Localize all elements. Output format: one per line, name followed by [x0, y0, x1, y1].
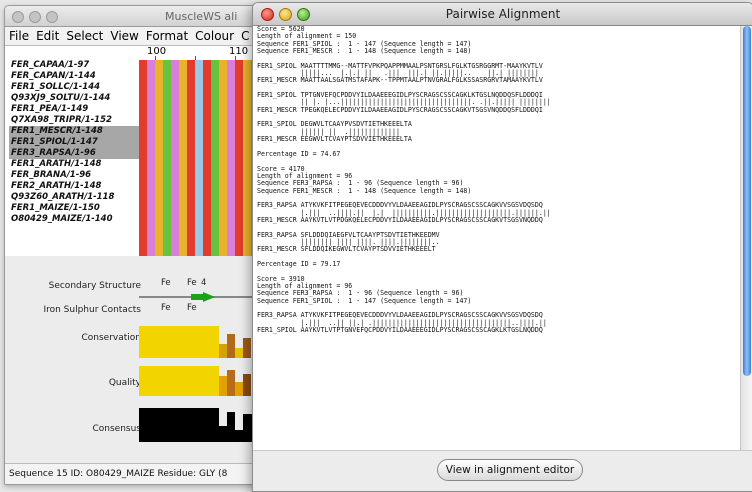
quality-bar [227, 370, 235, 396]
alignment-column [187, 60, 195, 258]
menu-colour[interactable]: Colour [195, 29, 234, 43]
sequence-name[interactable]: FER1_SPIOL/1-147 [9, 137, 139, 148]
quality-bar [139, 366, 219, 396]
sequence-name[interactable]: Q93Z60_ARATH/1-118 [9, 192, 139, 203]
alignment-column [163, 60, 171, 258]
alignment-column [203, 60, 211, 258]
alignment-column [219, 60, 227, 258]
menu-view[interactable]: View [110, 29, 138, 43]
consensus-bar [139, 408, 219, 442]
conservation-bar [219, 344, 227, 358]
pairwise-window-titlebar[interactable]: Pairwise Alignment [253, 3, 752, 26]
sequence-name[interactable]: FER1_PEA/1-149 [9, 104, 139, 115]
sequence-id-list: FER_CAPAA/1-97 FER_CAPAN/1-144 FER1_SOLLC/… [9, 60, 139, 225]
fe-label: Fe [187, 303, 197, 313]
quality-bar [235, 382, 243, 396]
sequence-name[interactable]: FER2_ARATH/1-148 [9, 181, 139, 192]
zoom-icon[interactable] [46, 11, 58, 23]
sequence-name[interactable]: FER_CAPAN/1-144 [9, 71, 139, 82]
sequence-name[interactable]: FER3_RAPSA/1-96 [9, 148, 139, 159]
annotation-label-quality[interactable]: Quality [109, 378, 141, 388]
alignment-column [139, 60, 147, 258]
quality-bar [219, 376, 227, 396]
quality-histogram [139, 360, 269, 396]
fe-label: Fe [161, 278, 171, 288]
conservation-bar [243, 338, 251, 358]
window-controls [12, 11, 58, 23]
alignment-window-title: MuscleWS ali [165, 10, 238, 23]
annotation-label-iron-sulphur[interactable]: Iron Sulphur Contacts [43, 305, 141, 315]
vertical-scrollbar[interactable] [740, 26, 752, 451]
fe-label: Fe [187, 278, 197, 288]
alignment-column [211, 60, 219, 258]
conservation-bar [227, 334, 235, 358]
sequence-name[interactable]: FER1_ARATH/1-148 [9, 159, 139, 170]
alignment-text-area[interactable]: Score = 5620 Length of alignment = 150 S… [253, 26, 740, 451]
conservation-bar [139, 326, 219, 358]
alignment-column [235, 60, 243, 258]
scrollbar-thumb[interactable] [743, 26, 751, 376]
menu-format[interactable]: Format [146, 29, 188, 43]
alignment-column [171, 60, 179, 258]
annotation-label-secondary-structure[interactable]: Secondary Structure [49, 281, 141, 291]
sequence-name[interactable]: FER1_MAIZE/1-150 [9, 203, 139, 214]
menu-file[interactable]: File [9, 29, 29, 43]
alignment-column [155, 60, 163, 258]
consensus-bar [219, 426, 227, 442]
alignment-column [147, 60, 155, 258]
fe-label: Fe [161, 303, 171, 313]
menu-calculate[interactable]: C [241, 29, 249, 43]
sequence-name[interactable]: O80429_MAIZE/1-140 [9, 214, 139, 225]
ruler-label-110: 110 [229, 46, 249, 57]
consensus-histogram [139, 404, 269, 442]
alignment-column [195, 60, 203, 258]
minimize-icon[interactable] [29, 11, 41, 23]
ruler-label-100: 100 [147, 46, 167, 57]
view-in-alignment-editor-button[interactable]: View in alignment editor [437, 459, 583, 481]
button-bar: View in alignment editor [253, 450, 752, 491]
alignment-column [179, 60, 187, 258]
sequence-name[interactable]: FER_BRANA/1-96 [9, 170, 139, 181]
pairwise-alignment-window: Pairwise Alignment Score = 5620 Length o… [252, 2, 752, 492]
sequence-name[interactable]: FER_CAPAA/1-97 [9, 60, 139, 71]
pairwise-window-title: Pairwise Alignment [445, 7, 561, 21]
sequence-name[interactable]: FER1_SOLLC/1-144 [9, 82, 139, 93]
alignment-text: Score = 5620 Length of alignment = 150 S… [257, 26, 551, 335]
conservation-histogram [139, 316, 269, 358]
quality-bar [243, 374, 251, 396]
fe-label: 4 [201, 278, 207, 288]
menu-edit[interactable]: Edit [36, 29, 59, 43]
annotation-label-consensus[interactable]: Consensus [92, 424, 141, 434]
alignment-column [243, 60, 251, 258]
sequence-name[interactable]: Q7XA98_TRIPR/1-152 [9, 115, 139, 126]
strand-arrow-icon [203, 292, 215, 302]
sequence-name[interactable]: Q93XJ9_SOLTU/1-144 [9, 93, 139, 104]
consensus-bar [227, 412, 235, 442]
annotation-label-conservation[interactable]: Conservation [81, 333, 141, 343]
close-icon[interactable] [12, 11, 24, 23]
menu-select[interactable]: Select [66, 29, 103, 43]
alignment-column [227, 60, 235, 258]
sequence-name[interactable]: FER1_MESCR/1-148 [9, 126, 139, 137]
conservation-bar [235, 348, 243, 358]
consensus-bar [235, 430, 243, 442]
